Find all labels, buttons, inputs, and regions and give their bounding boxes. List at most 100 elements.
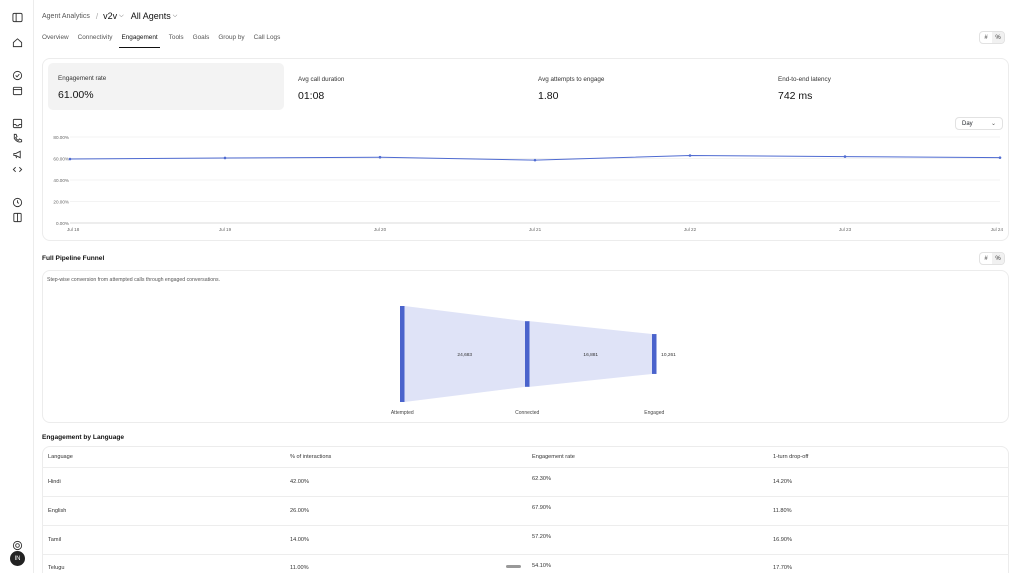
- cell-interactions: 26.00%: [290, 508, 309, 514]
- data-point: [688, 154, 692, 157]
- column-header-drop-off[interactable]: 1-turn drop-off: [773, 454, 808, 460]
- cell-drop-off: 17.70%: [773, 565, 792, 571]
- data-point: [378, 155, 382, 159]
- stat-value: 61.00%: [58, 89, 94, 101]
- x-tick-label: Jul 21: [529, 227, 542, 232]
- cell-interactions: 11.00%: [290, 565, 309, 571]
- agent-selector[interactable]: All Agents: [131, 11, 171, 21]
- y-tick-label: 40.00%: [53, 178, 69, 183]
- cell-language: Telugu: [48, 565, 65, 571]
- table-row[interactable]: Hindi 42.00% 62.30% 14.20%: [42, 468, 1009, 497]
- funnel-bar: [525, 321, 530, 387]
- funnel-value-label: 16,881: [583, 352, 598, 358]
- home-icon[interactable]: [11, 36, 23, 48]
- tab-engagement[interactable]: Engagement: [119, 33, 160, 48]
- table-row[interactable]: Telugu 11.00% 54.10% 17.70%: [42, 555, 1009, 573]
- granularity-value: Day: [962, 120, 973, 127]
- funnel-title: Full Pipeline Funnel: [42, 255, 105, 262]
- topbar: Agent Analytics / v2v ⌵ All Agents ⌵: [34, 0, 1024, 32]
- column-header-language[interactable]: Language: [48, 454, 73, 460]
- x-tick-label: Jul 22: [684, 227, 697, 232]
- breadcrumb-root[interactable]: Agent Analytics: [42, 13, 90, 20]
- cell-language: Tamil: [48, 537, 62, 543]
- inbox-icon[interactable]: [11, 117, 23, 129]
- sidebar: IN: [0, 0, 34, 573]
- cell-language: English: [48, 508, 67, 514]
- engagement-line-chart: 0.00% 20.00% 40.00% 60.00% 80.00% Jul 18 Jul 1…: [53, 135, 1004, 232]
- tab-group-by[interactable]: Group by: [218, 33, 244, 48]
- tab-bar: Overview Connectivity Engagement Tools G…: [42, 33, 289, 48]
- chevron-down-icon[interactable]: ⌵: [173, 13, 178, 20]
- stat-avg-call-duration[interactable]: Avg call duration 01:08: [288, 64, 524, 110]
- chevron-down-icon: ⌄: [990, 121, 996, 127]
- language-table-title: Engagement by Language: [42, 434, 125, 441]
- settings-icon[interactable]: [11, 539, 23, 551]
- x-tick-label: Jul 20: [374, 227, 387, 232]
- calendar-icon[interactable]: [11, 84, 23, 96]
- scroll-indicator[interactable]: [506, 565, 521, 568]
- stat-label: Avg attempts to engage: [538, 76, 605, 83]
- cell-language: Hindi: [48, 479, 61, 485]
- funnel-value-label: 24,683: [457, 352, 472, 358]
- cell-interactions: 42.00%: [290, 479, 309, 485]
- count-mode-button[interactable]: #: [980, 253, 992, 264]
- percent-mode-button[interactable]: %: [992, 253, 1004, 264]
- tab-goals[interactable]: Goals: [193, 33, 210, 48]
- data-point: [998, 156, 1002, 159]
- phone-icon[interactable]: [11, 132, 23, 144]
- data-point: [68, 157, 72, 161]
- code-icon[interactable]: [11, 163, 23, 175]
- y-tick-label: 60.00%: [53, 156, 69, 161]
- version-selector[interactable]: v2v: [103, 11, 117, 21]
- breadcrumb-separator: /: [95, 11, 99, 21]
- column-header-interactions[interactable]: % of interactions: [290, 454, 331, 460]
- cell-engagement-rate: 62.30%: [532, 476, 551, 482]
- granularity-select[interactable]: Day ⌄: [955, 117, 1003, 130]
- percent-mode-button[interactable]: %: [992, 32, 1004, 43]
- cell-engagement-rate: 54.10%: [532, 563, 551, 569]
- cell-interactions: 14.00%: [290, 537, 309, 543]
- stat-latency[interactable]: End-to-end latency 742 ms: [768, 64, 1004, 110]
- tab-tools[interactable]: Tools: [169, 33, 184, 48]
- stat-engagement-rate[interactable]: Engagement rate 61.00%: [48, 63, 284, 110]
- funnel-bar: [400, 306, 405, 402]
- stat-value: 742 ms: [778, 90, 813, 102]
- x-tick-label: Jul 18: [67, 227, 80, 232]
- chevron-down-icon[interactable]: ⌵: [119, 13, 124, 20]
- table-row[interactable]: English 26.00% 67.90% 11.80%: [42, 497, 1009, 526]
- stat-label: Engagement rate: [58, 75, 107, 82]
- y-tick-label: 80.00%: [53, 135, 69, 140]
- book-icon[interactable]: [11, 211, 23, 223]
- funnel-stage-label: Connected: [515, 410, 539, 416]
- stat-value: 01:08: [298, 90, 325, 102]
- x-tick-label: Jul 23: [839, 227, 852, 232]
- avatar[interactable]: IN: [10, 551, 25, 566]
- funnel-subtitle: Step-wise conversion from attempted call…: [47, 277, 221, 283]
- megaphone-icon[interactable]: [11, 148, 23, 160]
- cell-drop-off: 11.80%: [773, 508, 792, 514]
- column-header-engagement-rate[interactable]: Engagement rate: [532, 454, 575, 460]
- cell-engagement-rate: 67.90%: [532, 505, 551, 511]
- data-point: [533, 158, 537, 162]
- value-mode-toggle: # %: [979, 31, 1005, 44]
- stat-value: 1.80: [538, 90, 559, 102]
- funnel-value-label: 10,261: [661, 352, 676, 358]
- y-tick-label: 20.00%: [53, 199, 69, 204]
- stat-label: End-to-end latency: [778, 76, 831, 83]
- panel-toggle-icon[interactable]: [11, 11, 23, 23]
- table-header: Language % of interactions Engagement ra…: [42, 447, 1009, 468]
- tab-connectivity[interactable]: Connectivity: [78, 33, 113, 48]
- funnel-bar: [652, 334, 657, 374]
- funnel-chart: Attempted Connected Engaged 24,683 16,881 10,…: [391, 306, 676, 416]
- tab-overview[interactable]: Overview: [42, 33, 69, 48]
- data-point: [223, 156, 227, 160]
- stat-avg-attempts[interactable]: Avg attempts to engage 1.80: [528, 64, 764, 110]
- app-root: IN Agent Analytics / v2v ⌵ All Agents ⌵ …: [0, 0, 1024, 573]
- x-tick-label: Jul 24: [991, 227, 1004, 232]
- table-row[interactable]: Tamil 14.00% 57.20% 16.90%: [42, 526, 1009, 555]
- tab-call-logs[interactable]: Call Logs: [254, 33, 281, 48]
- count-mode-button[interactable]: #: [980, 32, 992, 43]
- stat-label: Avg call duration: [298, 76, 345, 83]
- check-circle-icon[interactable]: [11, 69, 23, 81]
- clock-icon[interactable]: [11, 196, 23, 208]
